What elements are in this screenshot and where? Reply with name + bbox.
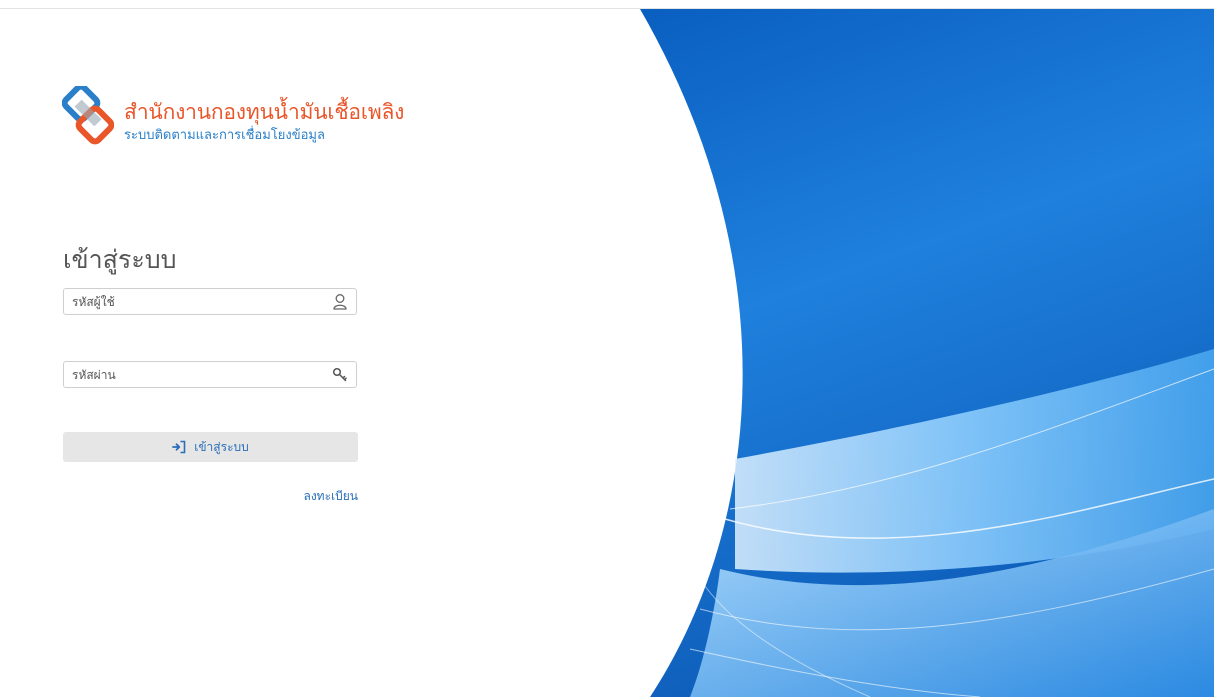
- brand-logo: สำนักงานกองทุนน้ำมันเชื้อเพลิง ระบบติดตา…: [62, 86, 482, 156]
- key-icon: [332, 367, 347, 382]
- password-field: [63, 361, 357, 388]
- login-button-label: เข้าสู่ระบบ: [194, 439, 249, 454]
- register-link[interactable]: ลงทะเบียน: [303, 487, 358, 506]
- login-heading: เข้าสู่ระบบ: [63, 245, 177, 274]
- username-field: [63, 288, 357, 315]
- sign-in-icon: [172, 440, 186, 454]
- password-input[interactable]: [64, 362, 342, 387]
- user-icon: [333, 294, 347, 310]
- chain-link-icon: [62, 86, 114, 145]
- brand-subtitle: ระบบติดตามและการเชื่อมโยงข้อมูล: [124, 128, 325, 143]
- login-page: สำนักงานกองทุนน้ำมันเชื้อเพลิง ระบบติดตา…: [0, 0, 1214, 697]
- username-input[interactable]: [64, 289, 342, 314]
- login-button[interactable]: เข้าสู่ระบบ: [63, 432, 358, 462]
